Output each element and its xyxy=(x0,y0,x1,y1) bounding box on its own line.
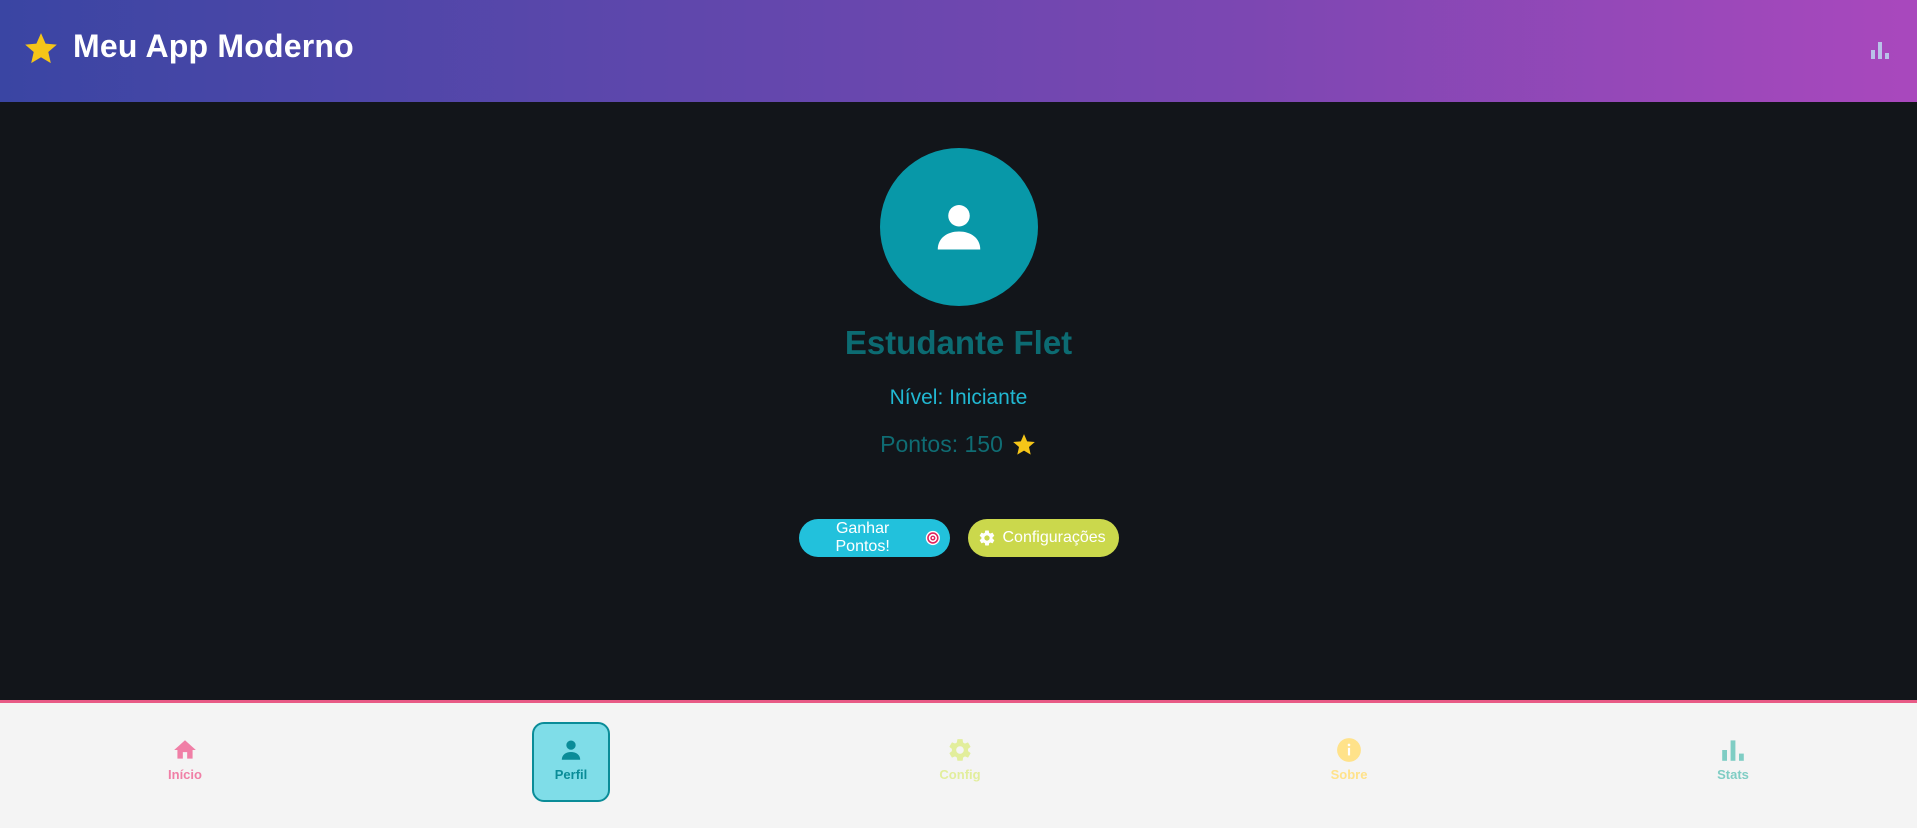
home-icon xyxy=(174,740,196,759)
nav-item-perfil[interactable]: Perfil xyxy=(532,722,610,802)
settings-button[interactable]: Configurações xyxy=(967,519,1119,557)
gear-icon xyxy=(949,739,971,761)
nav-label-sobre: Sobre xyxy=(1330,767,1368,782)
nav-item-inicio[interactable]: Início xyxy=(146,722,224,802)
gear-icon xyxy=(979,530,994,546)
profile-name: Estudante Flet xyxy=(844,324,1073,361)
nav-label-config: Config xyxy=(939,767,981,782)
action-buttons: Ganhar Pontos! Configurações xyxy=(0,519,1917,557)
points-row: Pontos: 150 xyxy=(0,431,1917,458)
nav-item-sobre[interactable]: Sobre xyxy=(1310,722,1388,802)
nav-label-inicio: Início xyxy=(168,767,202,782)
stats-header-button[interactable] xyxy=(1863,33,1897,67)
nav-item-stats[interactable]: Stats xyxy=(1694,722,1772,802)
nav-label-perfil: Perfil xyxy=(554,767,588,782)
info-icon xyxy=(1337,738,1361,762)
profile-level: Nível: Iniciante xyxy=(889,386,1028,409)
bar-chart-icon xyxy=(1871,42,1889,59)
bottom-navigation: Início Perfil Config Sobre Stats xyxy=(0,700,1917,828)
bar-chart-icon xyxy=(1722,740,1744,761)
person-icon xyxy=(561,740,581,760)
person-icon xyxy=(937,205,981,250)
nav-item-config[interactable]: Config xyxy=(921,722,999,802)
earn-points-label: Ganhar Pontos! xyxy=(835,520,890,555)
nav-label-stats: Stats xyxy=(1717,767,1749,782)
target-icon xyxy=(925,530,940,546)
star-icon xyxy=(1013,433,1035,455)
profile-page: Estudante Flet Nível: Iniciante Pontos: … xyxy=(0,102,1917,702)
app-title: Meu App Moderno xyxy=(73,28,354,64)
app-header: Meu App Moderno xyxy=(0,0,1917,102)
profile-points: Pontos: 150 xyxy=(880,431,1003,457)
star-icon xyxy=(25,33,57,64)
settings-label: Configurações xyxy=(1002,529,1106,546)
earn-points-button[interactable]: Ganhar Pontos! xyxy=(798,519,950,557)
avatar xyxy=(880,148,1038,306)
